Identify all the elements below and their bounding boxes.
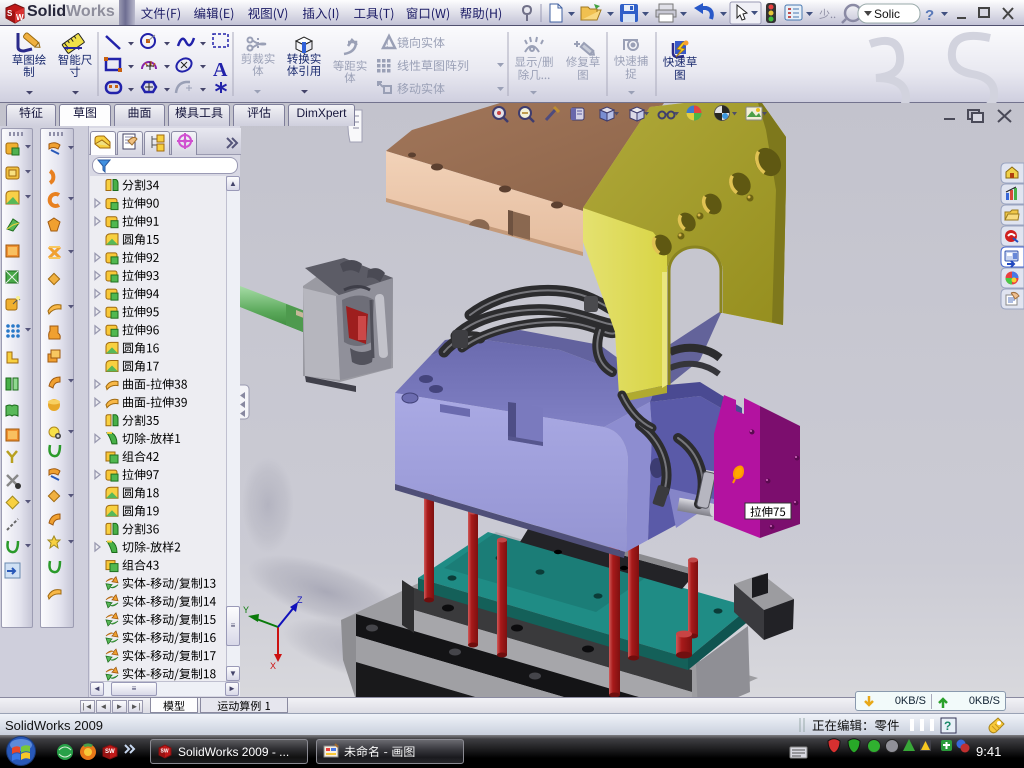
svg-text:Solic: Solic bbox=[874, 7, 900, 21]
svg-text:?: ? bbox=[944, 719, 951, 733]
svg-text:!: ! bbox=[386, 39, 389, 49]
svg-text:X: X bbox=[270, 661, 276, 671]
svg-text:Y: Y bbox=[243, 605, 249, 615]
svg-text:SW: SW bbox=[161, 749, 169, 755]
svg-text:9:41: 9:41 bbox=[976, 744, 1001, 759]
svg-text:?: ? bbox=[925, 7, 934, 24]
svg-text:Z: Z bbox=[297, 595, 303, 605]
svg-text:SolidWorks 2009 - ...: SolidWorks 2009 - ... bbox=[178, 745, 289, 759]
svg-text:A: A bbox=[213, 59, 228, 81]
